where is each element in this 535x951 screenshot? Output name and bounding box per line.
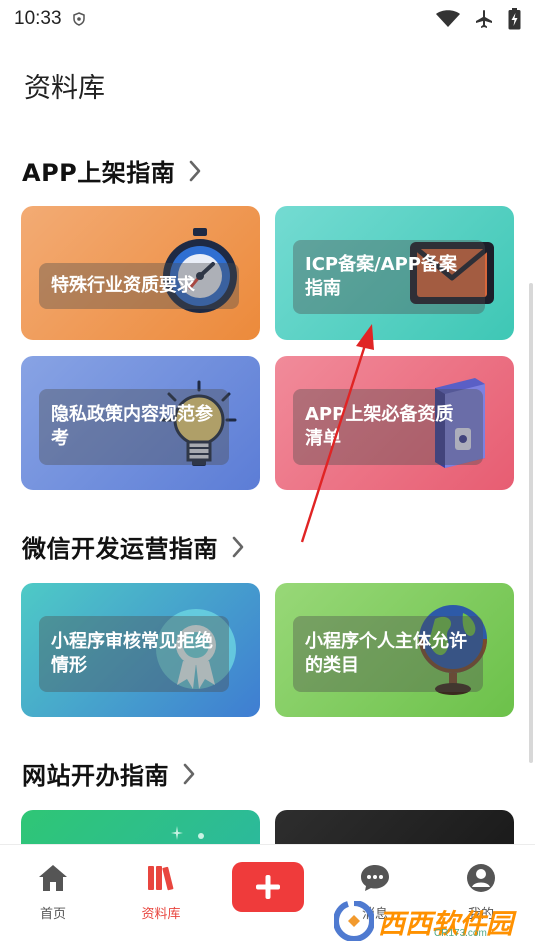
chevron-right-icon [232, 536, 244, 557]
tab-home[interactable]: 首页 [18, 863, 88, 922]
card-mini-program-personal-categories[interactable]: 小程序个人主体允许的类目 [275, 583, 514, 717]
watermark-logo: 西西软件园 CR173.com [334, 898, 524, 944]
card-label: ICP备案/APP备案指南 [293, 240, 485, 314]
card-label: 隐私政策内容规范参考 [39, 389, 229, 465]
tab-label: 首页 [39, 907, 66, 922]
section-title: 微信开发运营指南 [22, 535, 218, 563]
chevron-right-icon [189, 160, 201, 181]
user-icon [467, 864, 495, 892]
airplane-icon [476, 10, 492, 28]
scrollbar-thumb[interactable] [529, 283, 533, 763]
status-bar: 10:33 [0, 0, 535, 38]
chat-icon [361, 865, 389, 891]
section-title: APP上架指南 [22, 159, 176, 187]
wifi-icon [436, 10, 460, 27]
battery-charging-icon [508, 8, 521, 30]
page-title: 资料库 [24, 73, 105, 104]
tab-label: 资料库 [141, 907, 181, 922]
sparkle-icon [171, 826, 204, 840]
books-icon [148, 866, 174, 891]
card-label: 小程序审核常见拒绝情形 [39, 616, 229, 692]
shield-icon [72, 12, 85, 26]
section-title: 网站开办指南 [22, 762, 169, 790]
tab-library[interactable]: 资料库 [126, 863, 196, 922]
card-mini-program-rejection-cases[interactable]: 小程序审核常见拒绝情形 [21, 583, 260, 717]
status-time: 10:33 [14, 8, 62, 29]
home-icon [39, 865, 67, 891]
section-header-website[interactable]: 网站开办指南 [22, 756, 195, 791]
card-label: 特殊行业资质要求 [39, 263, 239, 309]
add-button[interactable] [232, 862, 304, 912]
annotation-arrow [300, 324, 374, 543]
plus-icon [256, 875, 280, 899]
section-header-app-listing[interactable]: APP上架指南 [22, 153, 201, 188]
card-label: 小程序个人主体允许的类目 [293, 616, 483, 692]
watermark-sub: CR173.com [434, 928, 487, 939]
chevron-right-icon [183, 763, 195, 784]
card-special-industry-qualification[interactable]: 特殊行业资质要求 [21, 206, 260, 340]
section-header-wechat[interactable]: 微信开发运营指南 [22, 529, 244, 564]
card-privacy-policy-reference[interactable]: 隐私政策内容规范参考 [21, 356, 260, 490]
watermark-badge-icon [334, 901, 374, 941]
